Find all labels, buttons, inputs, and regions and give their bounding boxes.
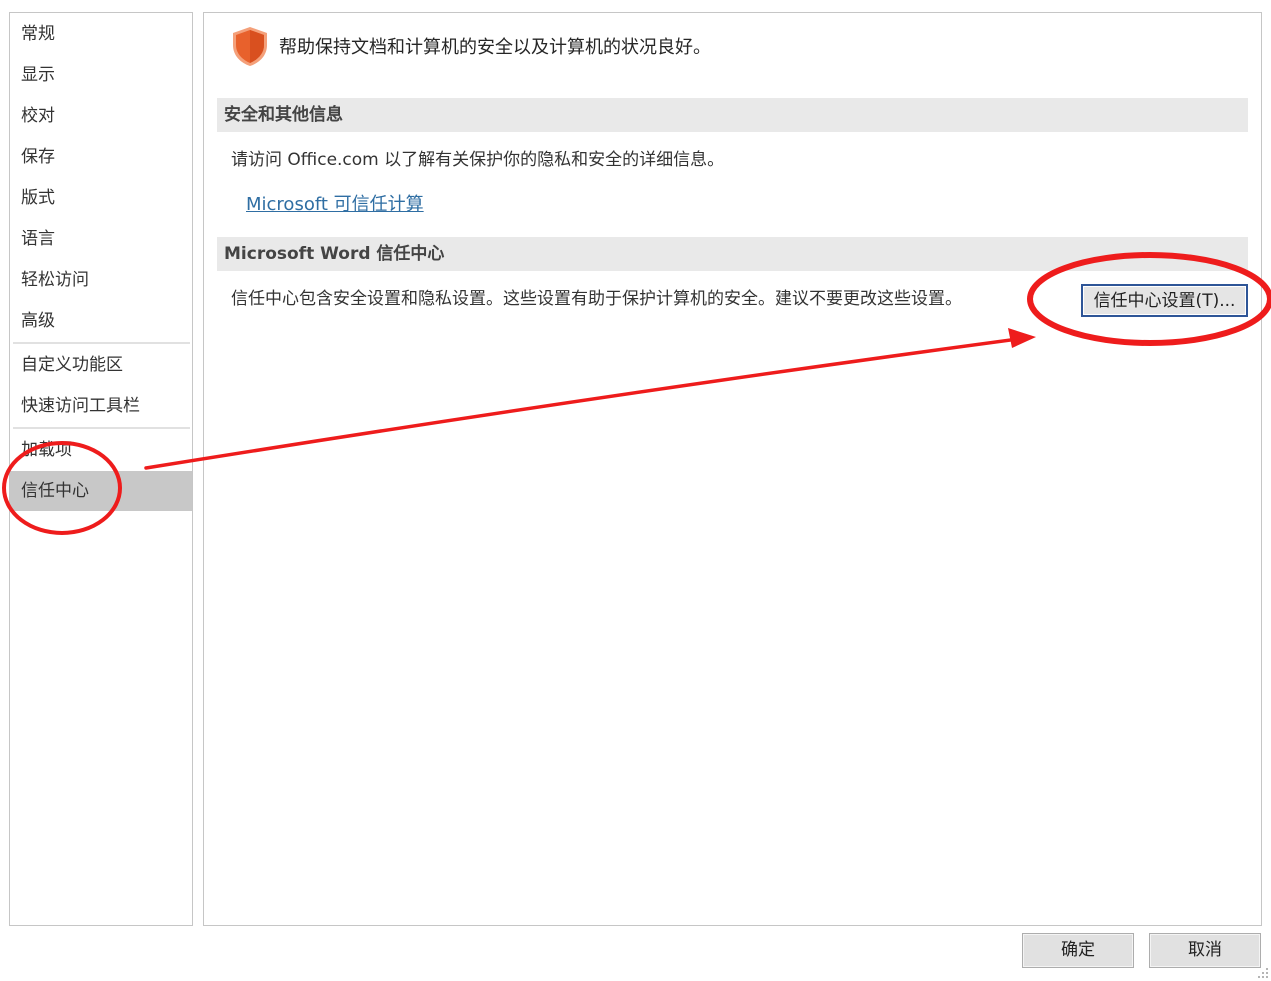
nav-item-proofing[interactable]: 校对 [10, 96, 192, 136]
nav-item-save[interactable]: 保存 [10, 137, 192, 177]
section-header-security-info: 安全和其他信息 [217, 98, 1248, 132]
page-intro-text: 帮助保持文档和计算机的安全以及计算机的状况良好。 [279, 37, 711, 58]
nav-divider [13, 342, 190, 344]
nav-item-quick-access-toolbar[interactable]: 快速访问工具栏 [10, 386, 192, 426]
nav-item-general[interactable]: 常规 [10, 14, 192, 54]
trust-center-panel: 帮助保持文档和计算机的安全以及计算机的状况良好。 安全和其他信息 请访问 Off… [203, 12, 1262, 926]
nav-item-accessibility[interactable]: 轻松访问 [10, 260, 192, 300]
trust-center-description: 信任中心包含安全设置和隐私设置。这些设置有助于保护计算机的安全。建议不要更改这些… [231, 289, 962, 309]
security-info-text: 请访问 Office.com 以了解有关保护你的隐私和安全的详细信息。 [231, 150, 725, 170]
trustworthy-computing-link[interactable]: Microsoft 可信任计算 [246, 190, 424, 216]
resize-grip-icon[interactable] [1257, 967, 1269, 979]
shield-icon [233, 27, 267, 66]
ok-button[interactable]: 确定 [1022, 933, 1134, 968]
nav-item-advanced[interactable]: 高级 [10, 301, 192, 341]
cancel-button[interactable]: 取消 [1149, 933, 1261, 968]
nav-item-display[interactable]: 显示 [10, 55, 192, 95]
nav-divider [13, 427, 190, 429]
nav-item-trust-center[interactable]: 信任中心 [10, 471, 192, 511]
section-header-trust-center: Microsoft Word 信任中心 [217, 237, 1248, 271]
nav-item-addins[interactable]: 加载项 [10, 430, 192, 470]
nav-item-language[interactable]: 语言 [10, 219, 192, 259]
nav-item-customize-ribbon[interactable]: 自定义功能区 [10, 345, 192, 385]
nav-item-layout[interactable]: 版式 [10, 178, 192, 218]
options-nav: 常规 显示 校对 保存 版式 语言 轻松访问 高级 自定义功能区 快速访问工具栏… [9, 12, 193, 926]
trust-center-settings-button[interactable]: 信任中心设置(T)... [1081, 284, 1248, 317]
